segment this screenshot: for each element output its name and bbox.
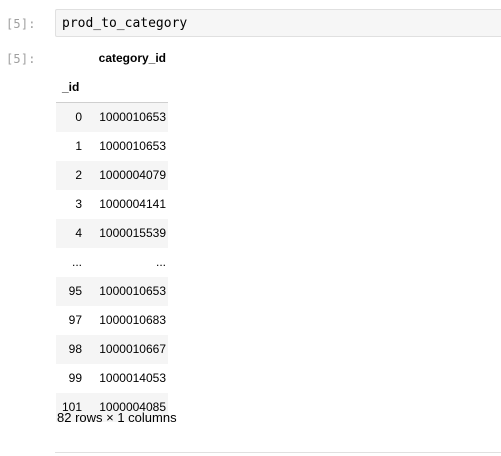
table-row: 2 1000004079 [56, 161, 168, 190]
category-id-cell: ... [155, 255, 166, 269]
index-name: _id [62, 80, 80, 94]
row-index: ... [71, 255, 82, 269]
table-row: 3 1000004141 [56, 190, 168, 219]
table-row: 99 1000014053 [56, 364, 168, 393]
category-id-cell: 1000004141 [99, 197, 166, 211]
table-row: 0 1000010653 [56, 102, 168, 132]
corner-cell [56, 44, 82, 72]
dataframe-table: category_id _id 0 1000010653 1 1000010653 2 1… [56, 44, 168, 422]
table-row: 97 1000010683 [56, 306, 168, 335]
category-id-cell: 1000010653 [99, 110, 166, 124]
category-id-cell: 1000004079 [99, 168, 166, 182]
category-id-cell: 1000014053 [99, 371, 166, 385]
category-id-cell: 1000010653 [99, 284, 166, 298]
row-index: 1 [75, 139, 82, 153]
row-index: 95 [68, 284, 82, 298]
row-index: 4 [75, 226, 82, 240]
next-cell-border [55, 452, 501, 453]
table-body: 0 1000010653 1 1000010653 2 1000004079 3 100000… [56, 102, 168, 422]
input-prompt: [5]: [6, 17, 36, 31]
code-text[interactable]: prod_to_category [62, 16, 187, 31]
category-id-cell: 1000010653 [99, 139, 166, 153]
table-row: ...... [56, 248, 168, 277]
category-id-cell: 1000010667 [99, 342, 166, 356]
code-input-cell[interactable]: prod_to_category [55, 9, 501, 37]
category-id-cell: 1000010683 [99, 313, 166, 327]
row-index: 98 [68, 342, 82, 356]
row-index: 0 [75, 110, 82, 124]
table-row: 95 1000010653 [56, 277, 168, 306]
table-row: 4 1000015539 [56, 219, 168, 248]
empty-header-cell [82, 72, 168, 103]
table-row: 98 1000010667 [56, 335, 168, 364]
row-index: 3 [75, 197, 82, 211]
table-row: 1 1000010653 [56, 132, 168, 161]
dataframe-shape: 82 rows × 1 columns [57, 410, 177, 425]
category-id-cell: 1000015539 [99, 226, 166, 240]
row-index: 97 [68, 313, 82, 327]
output-prompt: [5]: [6, 52, 36, 66]
row-index: 2 [75, 168, 82, 182]
column-header-category-id: category_id [98, 51, 166, 65]
row-index: 99 [68, 371, 82, 385]
